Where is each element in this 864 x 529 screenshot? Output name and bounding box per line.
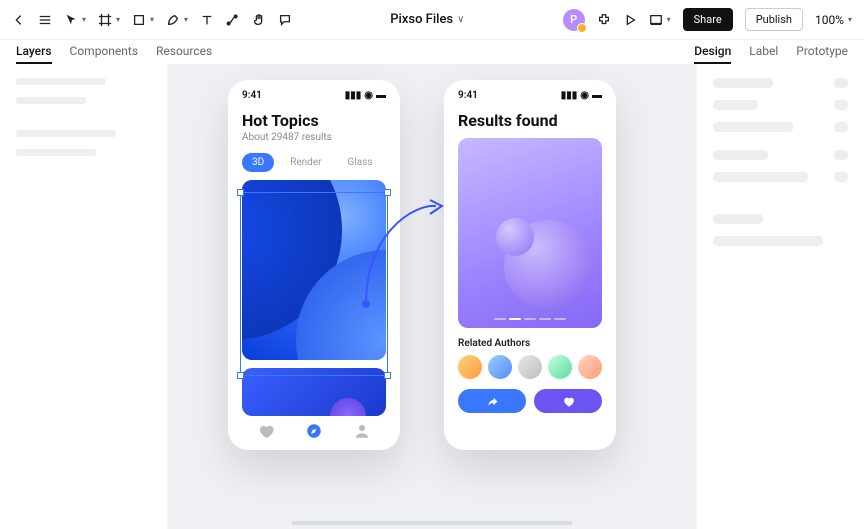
toolbar-right-group: P ▾ Share Publish 100% ▾ xyxy=(563,8,852,31)
tab-prototype[interactable]: Prototype xyxy=(796,44,848,64)
zoom-dropdown-icon[interactable]: ▾ xyxy=(848,15,852,24)
tab-components[interactable]: Components xyxy=(70,44,139,64)
skeleton-line xyxy=(16,97,86,104)
artboard-results[interactable]: 9:41 ▮▮▮ ◉ ▬ Results found Related Autho… xyxy=(444,80,616,450)
nav-compass-icon[interactable] xyxy=(303,420,325,442)
share-pill-button[interactable] xyxy=(458,389,526,413)
author-avatar[interactable] xyxy=(458,355,482,379)
nav-heart-icon[interactable] xyxy=(255,420,277,442)
resize-handle-sw[interactable] xyxy=(237,372,244,379)
play-icon[interactable] xyxy=(623,13,637,27)
author-avatar[interactable] xyxy=(518,355,542,379)
skeleton-line xyxy=(16,149,96,156)
plugin-icon[interactable] xyxy=(597,13,611,27)
pen-dropdown-icon[interactable]: ▾ xyxy=(184,15,188,24)
resize-handle-se[interactable] xyxy=(384,372,391,379)
comment-tool-icon[interactable] xyxy=(278,13,292,27)
chip-3d[interactable]: 3D xyxy=(242,153,274,172)
back-icon[interactable] xyxy=(12,13,26,27)
top-toolbar: ▾ ▾ ▾ ▾ Pixso Files ∨ P ▾ Share Publish … xyxy=(0,0,864,40)
resize-handle-ne[interactable] xyxy=(384,189,391,196)
share-button[interactable]: Share xyxy=(683,8,733,31)
tab-resources[interactable]: Resources xyxy=(156,44,212,64)
frame-tool-icon[interactable] xyxy=(98,13,112,27)
pen-tool-icon[interactable] xyxy=(166,13,180,27)
skeleton-row xyxy=(713,78,848,88)
signal-icon: ▮▮▮ xyxy=(561,90,578,101)
avatar-letter: P xyxy=(570,13,577,26)
panel-tabs-bar: Layers Components Resources Design Label… xyxy=(0,40,864,64)
resize-handle-nw[interactable] xyxy=(237,189,244,196)
zoom-level[interactable]: 100% xyxy=(815,13,844,27)
main-area: 9:41 ▮▮▮ ◉ ▬ Hot Topics About 29487 resu… xyxy=(0,64,864,529)
inspector-panel xyxy=(696,64,864,529)
chip-glass[interactable]: Glass xyxy=(338,153,383,172)
screen-title: Results found xyxy=(458,111,602,130)
author-avatar[interactable] xyxy=(488,355,512,379)
status-icons: ▮▮▮ ◉ ▬ xyxy=(561,90,602,101)
menu-icon[interactable] xyxy=(38,13,52,27)
text-tool-icon[interactable] xyxy=(200,13,214,27)
filter-chips: 3D Render Glass xyxy=(242,153,386,172)
tab-design[interactable]: Design xyxy=(694,44,731,64)
vector-tool-icon[interactable] xyxy=(226,13,240,27)
right-panel-tabs: Design Label Prototype xyxy=(694,44,848,64)
layers-panel xyxy=(0,64,168,529)
like-pill-button[interactable] xyxy=(534,389,602,413)
skeleton-line xyxy=(16,130,116,137)
shape-dropdown-icon[interactable]: ▾ xyxy=(150,15,154,24)
battery-icon: ▬ xyxy=(376,90,386,101)
export-icon[interactable] xyxy=(649,13,663,27)
skeleton-row xyxy=(713,172,848,182)
document-title[interactable]: Pixso Files ∨ xyxy=(390,12,464,27)
signal-icon: ▮▮▮ xyxy=(345,90,362,101)
author-avatars xyxy=(458,355,602,379)
skeleton-row xyxy=(713,150,848,160)
phone-content: Results found Related Authors xyxy=(444,105,616,413)
frame-dropdown-icon[interactable]: ▾ xyxy=(116,15,120,24)
selection-outline[interactable] xyxy=(240,192,388,376)
bottom-nav xyxy=(228,420,400,442)
wifi-icon: ◉ xyxy=(364,90,373,101)
tab-layers[interactable]: Layers xyxy=(16,44,52,64)
design-canvas[interactable]: 9:41 ▮▮▮ ◉ ▬ Hot Topics About 29487 resu… xyxy=(168,64,696,529)
status-bar: 9:41 ▮▮▮ ◉ ▬ xyxy=(228,80,400,105)
screen-title: Hot Topics xyxy=(242,111,386,130)
toolbar-left-group: ▾ ▾ ▾ ▾ xyxy=(12,13,292,27)
export-dropdown-icon[interactable]: ▾ xyxy=(667,15,671,24)
skeleton-row xyxy=(713,122,848,132)
skeleton-row xyxy=(713,236,848,246)
related-authors-label: Related Authors xyxy=(458,338,602,349)
status-bar: 9:41 ▮▮▮ ◉ ▬ xyxy=(444,80,616,105)
move-dropdown-icon[interactable]: ▾ xyxy=(82,15,86,24)
hero-image-purple[interactable] xyxy=(458,138,602,328)
wifi-icon: ◉ xyxy=(580,90,589,101)
tab-label[interactable]: Label xyxy=(749,44,778,64)
status-icons: ▮▮▮ ◉ ▬ xyxy=(345,90,386,101)
title-dropdown-icon[interactable]: ∨ xyxy=(457,14,464,25)
author-avatar[interactable] xyxy=(578,355,602,379)
screen-subtitle: About 29487 results xyxy=(242,132,386,143)
left-panel-tabs: Layers Components Resources xyxy=(16,44,212,64)
author-avatar[interactable] xyxy=(548,355,572,379)
status-time: 9:41 xyxy=(458,90,478,101)
title-text: Pixso Files xyxy=(390,12,453,27)
battery-icon: ▬ xyxy=(592,90,602,101)
status-time: 9:41 xyxy=(242,90,262,101)
skeleton-row xyxy=(713,214,848,224)
move-tool-icon[interactable] xyxy=(64,13,78,27)
shape-tool-icon[interactable] xyxy=(132,13,146,27)
skeleton-row xyxy=(713,100,848,110)
action-buttons xyxy=(458,389,602,413)
carousel-dots[interactable] xyxy=(458,318,602,320)
chip-render[interactable]: Render xyxy=(280,153,331,172)
nav-profile-icon[interactable] xyxy=(351,420,373,442)
user-avatar[interactable]: P xyxy=(563,9,585,31)
hand-tool-icon[interactable] xyxy=(252,13,266,27)
publish-button[interactable]: Publish xyxy=(745,8,803,31)
skeleton-line xyxy=(16,78,106,85)
